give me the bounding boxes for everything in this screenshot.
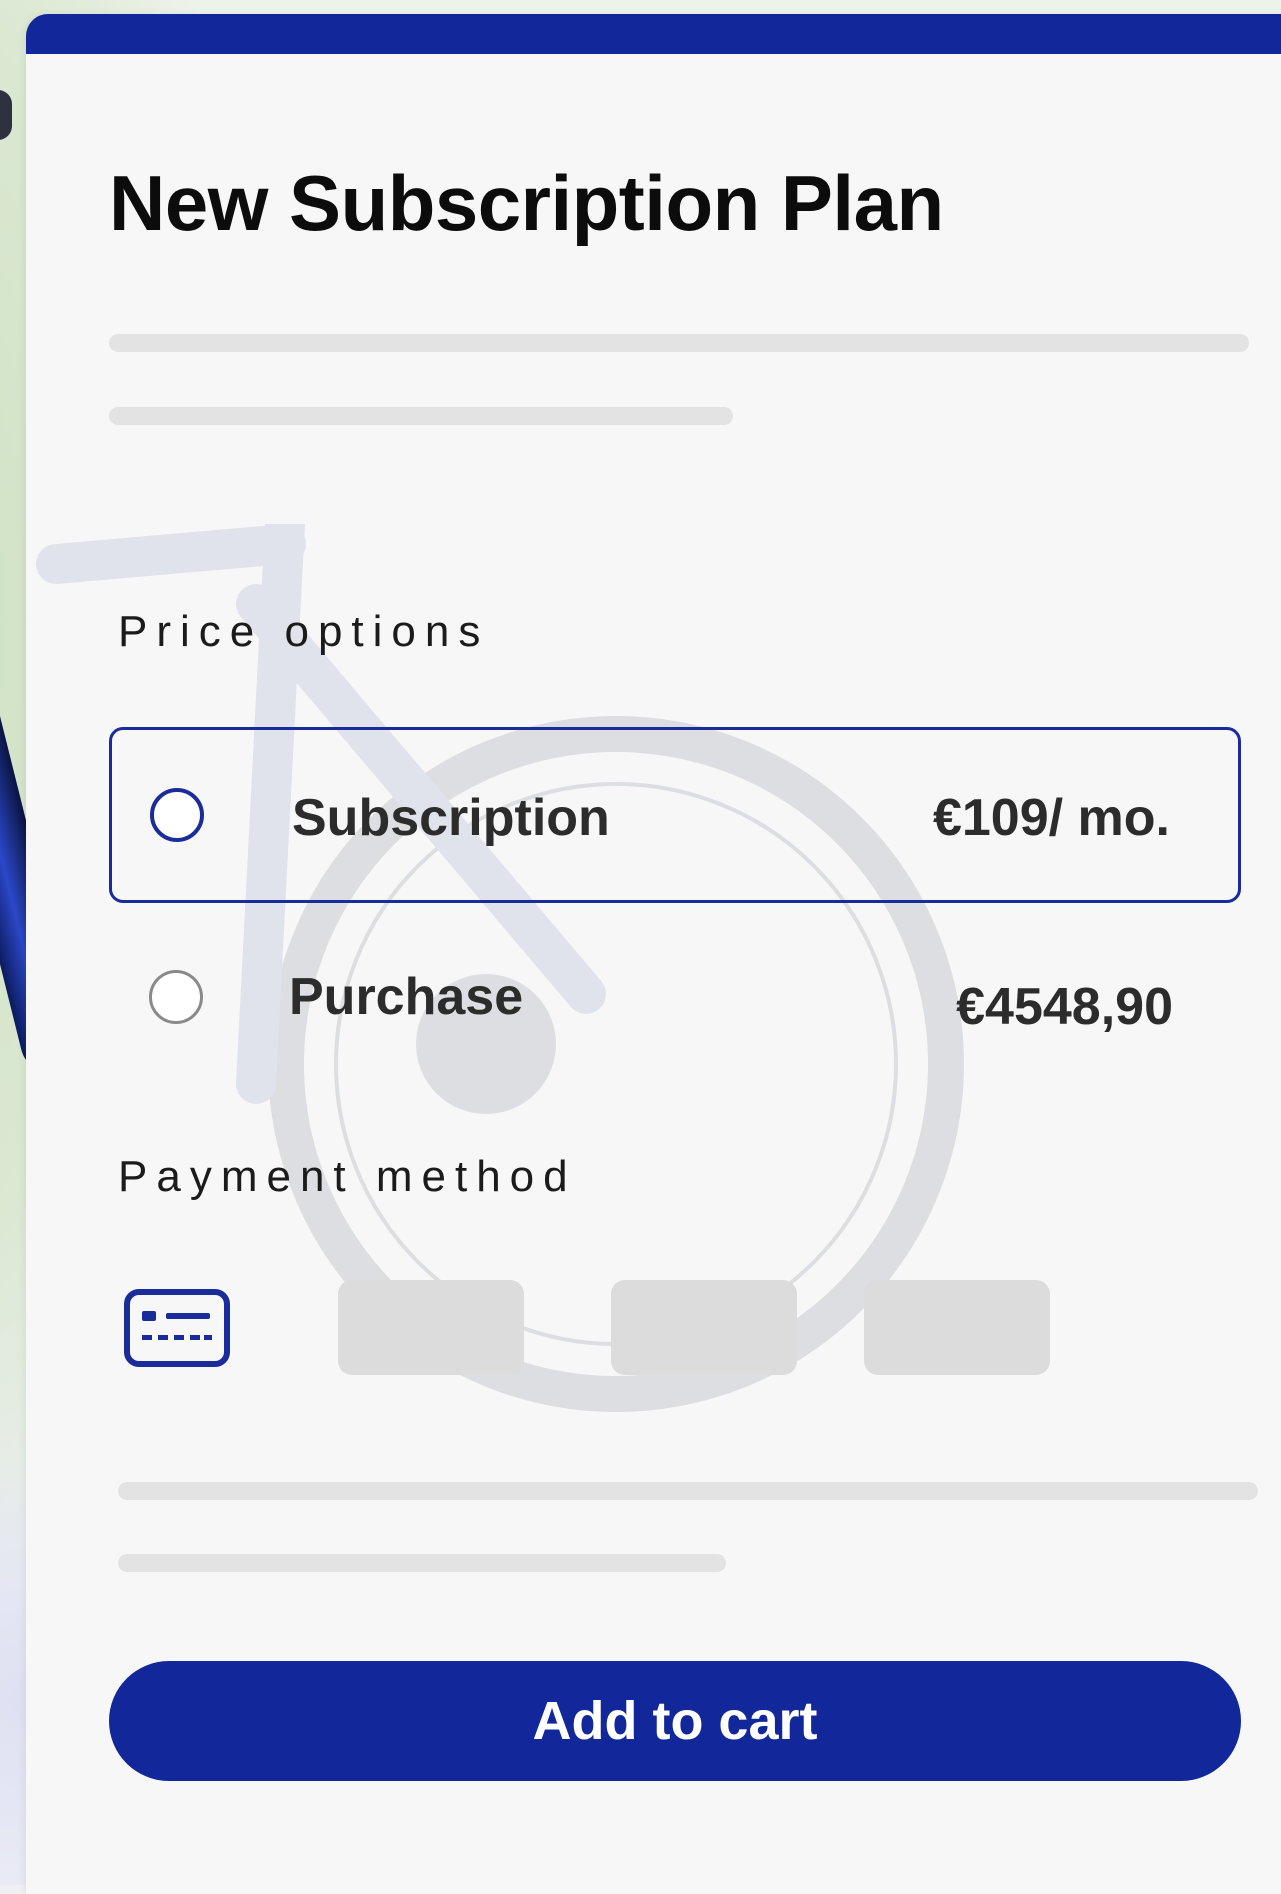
- subscription-card: New Subscription Plan Price options Subs…: [26, 14, 1281, 1894]
- option-purchase[interactable]: Purchase €4548,90: [109, 909, 1241, 1085]
- add-to-cart-button[interactable]: Add to cart: [109, 1661, 1241, 1781]
- option-price: €4548,90: [956, 978, 1173, 1036]
- purchase-radio[interactable]: [149, 970, 203, 1024]
- description-skeleton-line: [109, 407, 733, 425]
- page-title: New Subscription Plan: [109, 159, 944, 247]
- credit-card-icon[interactable]: [124, 1289, 230, 1367]
- option-label: Purchase: [289, 968, 524, 1026]
- details-skeleton-line: [118, 1554, 726, 1572]
- bike-grip-image: [0, 90, 12, 140]
- subscription-radio[interactable]: [150, 788, 204, 842]
- option-label: Subscription: [292, 789, 610, 847]
- details-skeleton-line: [118, 1482, 1258, 1500]
- payment-method-placeholder[interactable]: [611, 1280, 797, 1375]
- payment-method-placeholder[interactable]: [864, 1280, 1050, 1375]
- payment-method-heading: Payment method: [118, 1152, 577, 1201]
- description-skeleton-line: [109, 334, 1249, 352]
- option-price: €109/ mo.: [932, 789, 1170, 847]
- payment-method-placeholder[interactable]: [338, 1280, 524, 1375]
- card-accent-bar: [26, 14, 1281, 54]
- price-options-heading: Price options: [118, 607, 490, 656]
- option-subscription[interactable]: Subscription €109/ mo.: [109, 727, 1241, 903]
